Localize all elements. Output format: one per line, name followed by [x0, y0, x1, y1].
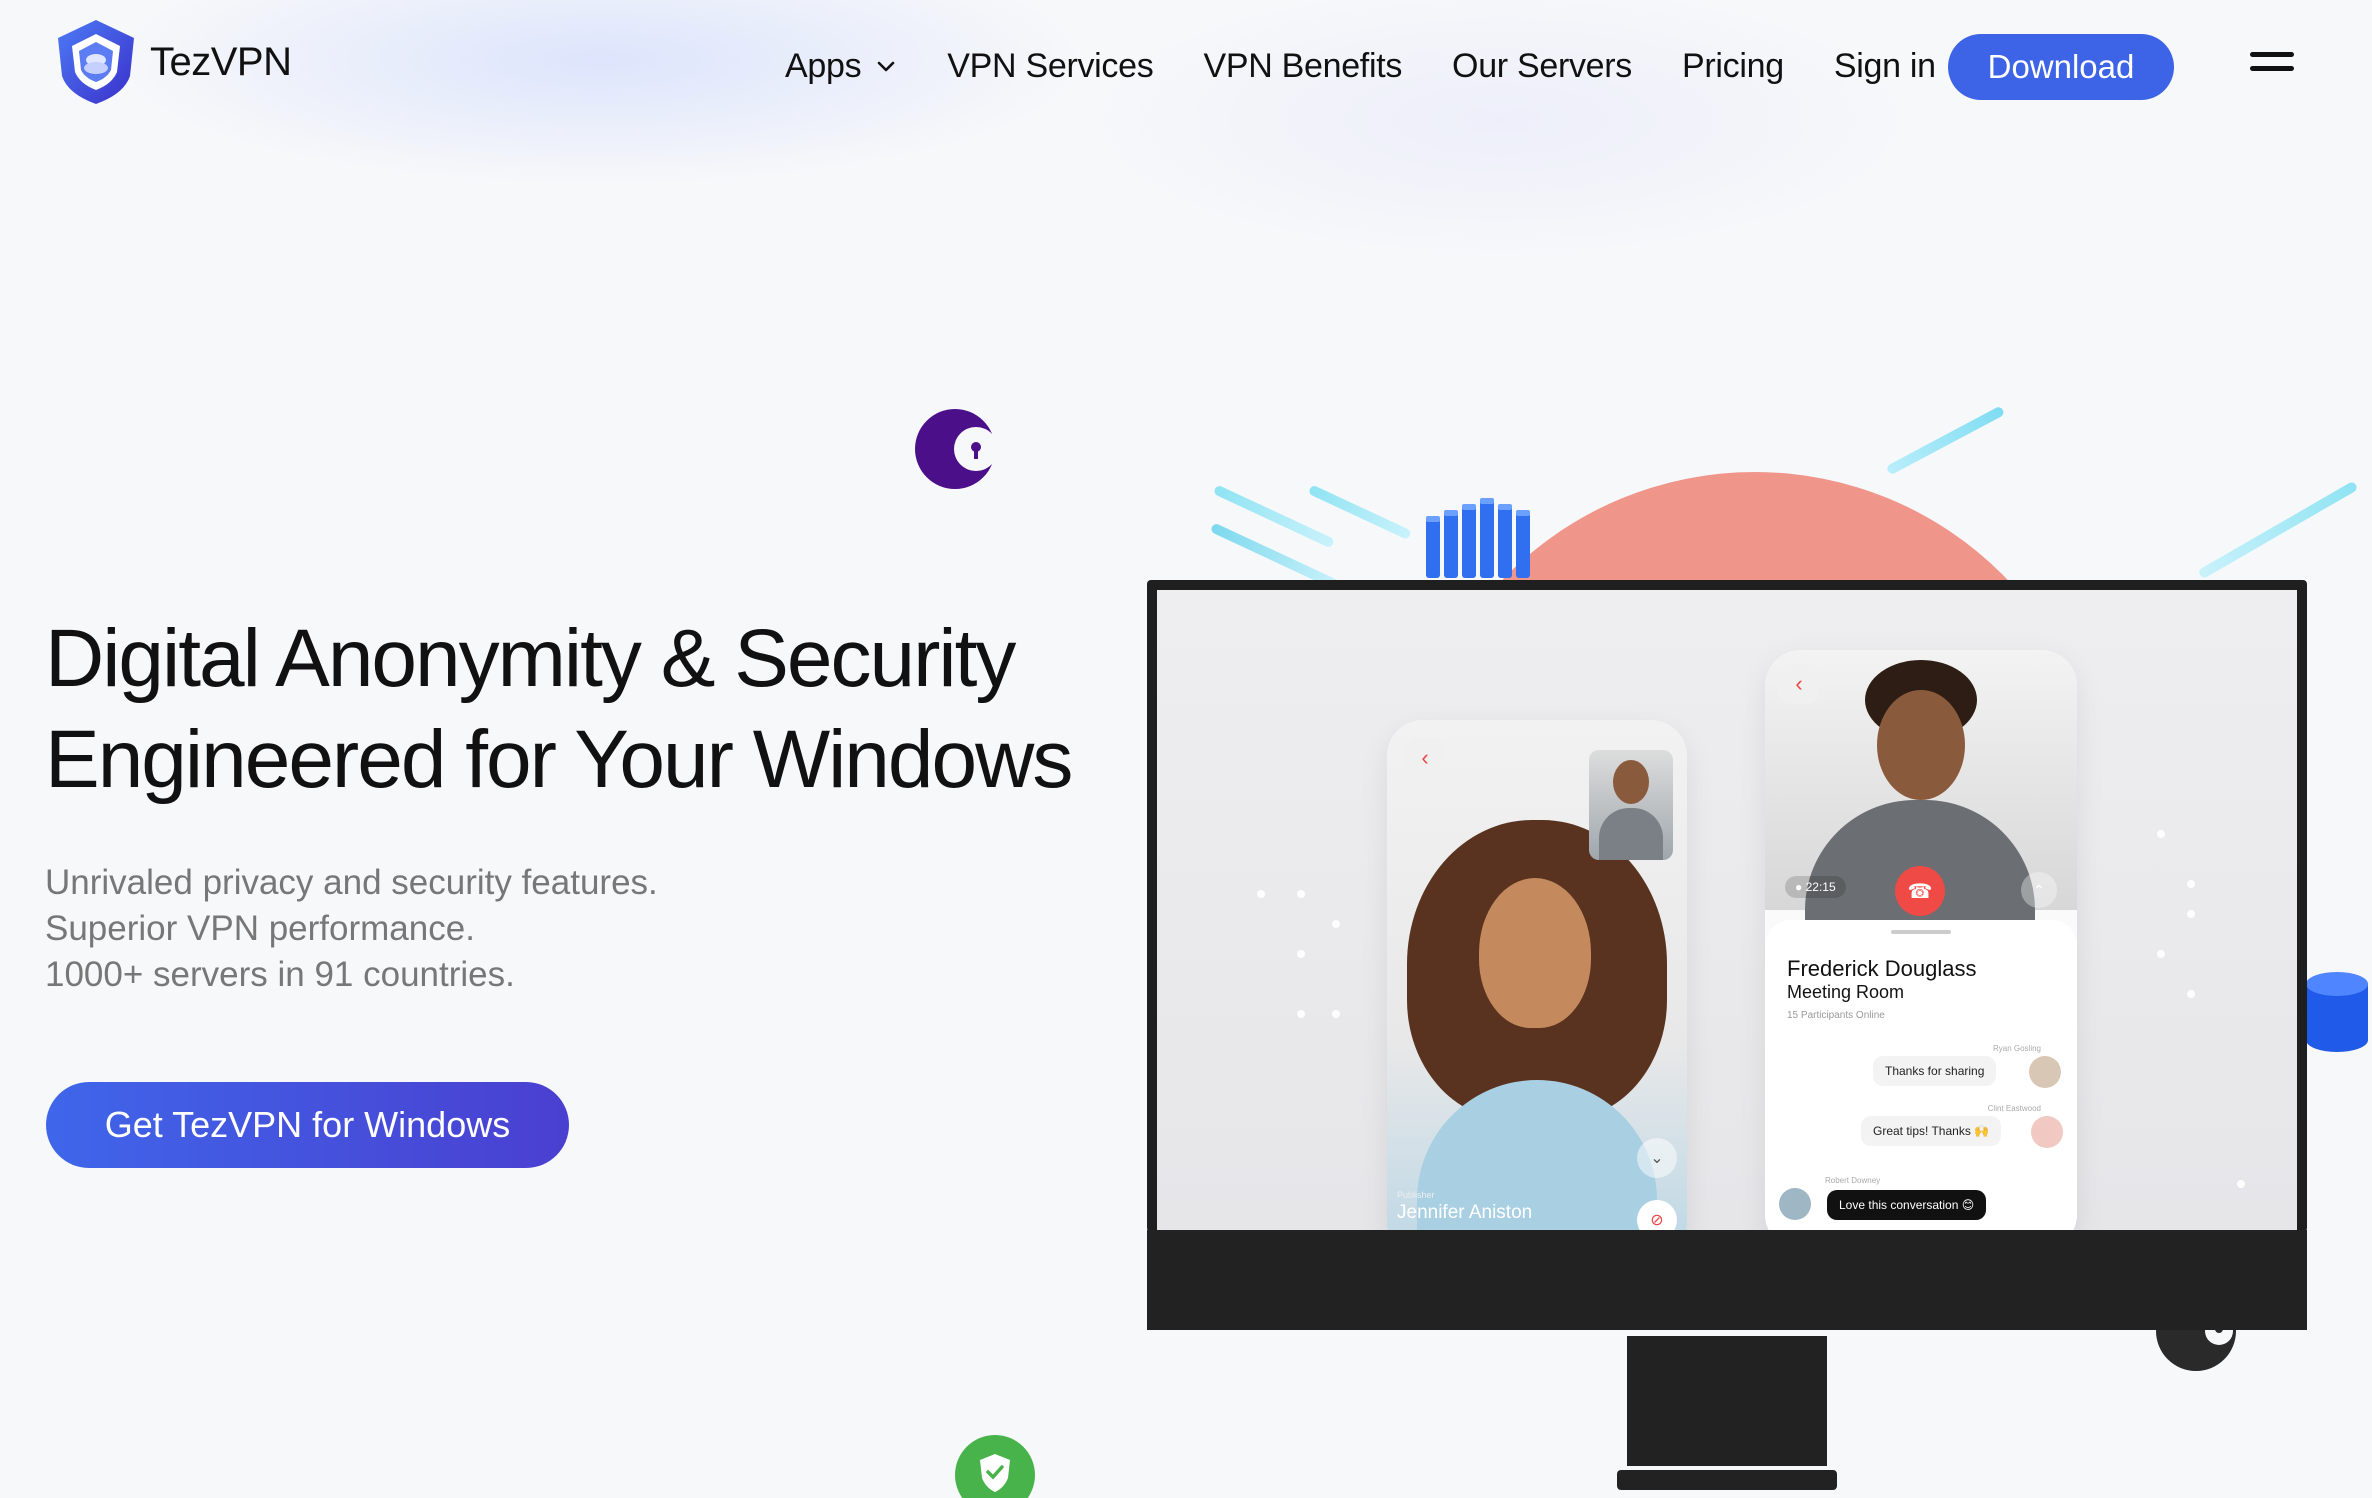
decorative-dot — [2187, 880, 2195, 888]
chevron-up-icon[interactable]: ⌃ — [2021, 872, 2057, 908]
chat-message: Great tips! Thanks 🙌 — [1861, 1116, 2002, 1146]
nav-item-sign-in[interactable]: Sign in — [1834, 47, 1936, 86]
decorative-dot — [1297, 950, 1305, 958]
decorative-stripe — [1307, 484, 1412, 541]
avatar — [2029, 1056, 2061, 1088]
moon-lock-icon — [915, 409, 996, 489]
message-author: Clint Eastwood — [1987, 1104, 2041, 1113]
hero-sub-line3: 1000+ servers in 91 countries. — [45, 955, 515, 994]
participant-thumbnail — [1589, 750, 1673, 860]
get-tezvpn-windows-button[interactable]: Get TezVPN for Windows — [46, 1082, 569, 1168]
monitor-screen: ‹ ⌄ Publisher Jennifer Aniston ⊘ ‹ ● 22:… — [1157, 590, 2297, 1230]
decorative-dot — [2157, 950, 2165, 958]
back-button[interactable]: ‹ — [1405, 738, 1445, 778]
monitor-stand — [1627, 1336, 1827, 1466]
publisher-label: Publisher — [1397, 1190, 1435, 1200]
brand-name: TezVPN — [150, 39, 292, 84]
hero-subtitle: Unrivaled privacy and security features.… — [45, 860, 658, 998]
download-button[interactable]: Download — [1948, 34, 2174, 100]
hamburger-menu-icon[interactable] — [2250, 52, 2294, 80]
nav-item-vpn-services[interactable]: VPN Services — [947, 47, 1153, 86]
hero-title: Digital Anonymity & Security Engineered … — [45, 608, 1073, 810]
decorative-dot — [1332, 1010, 1340, 1018]
hero-sub-line1: Unrivaled privacy and security features. — [45, 863, 658, 902]
decorative-stripe — [2197, 480, 2359, 580]
nav-item-our-servers[interactable]: Our Servers — [1452, 47, 1632, 86]
decorative-stripe — [1885, 405, 2006, 476]
monitor-base — [1617, 1470, 1837, 1490]
brand-logo-link[interactable]: TezVPN — [50, 16, 292, 108]
hero-sub-line2: Superior VPN performance. — [45, 909, 475, 948]
tezvpn-shield-logo-icon — [58, 20, 134, 104]
phone-meeting-room: ‹ ● 22:15 ☎ ⌃ Frederick Douglass Meeting… — [1765, 650, 2077, 1230]
meeting-sheet: Frederick Douglass Meeting Room 15 Parti… — [1765, 920, 2077, 1230]
message-author: Ryan Gosling — [1992, 1044, 2041, 1053]
decorative-dot — [1297, 890, 1305, 898]
participants-count: 15 Participants Online — [1787, 1010, 1885, 1021]
end-call-button[interactable]: ☎ — [1895, 866, 1945, 916]
main-nav: Apps VPN Services VPN Benefits Our Serve… — [785, 36, 1986, 96]
woman-face — [1479, 878, 1591, 1028]
site-header: TezVPN Apps VPN Services VPN Benefits Ou… — [0, 0, 2372, 132]
chat-message: Thanks for sharing — [1873, 1056, 1997, 1086]
decorative-dot — [2157, 830, 2165, 838]
decorative-dot — [1257, 890, 1265, 898]
nav-item-vpn-benefits[interactable]: VPN Benefits — [1203, 47, 1402, 86]
avatar — [2031, 1116, 2063, 1148]
hero-title-line2: Engineered for Your Windows — [45, 714, 1073, 805]
monitor-chin — [1147, 1230, 2307, 1330]
room-host-name: Frederick Douglass — [1787, 956, 1977, 981]
sheet-grab-handle[interactable] — [1891, 930, 1951, 934]
decorative-dot — [2187, 990, 2195, 998]
avatar — [1779, 1188, 1811, 1220]
room-name: Meeting Room — [1787, 982, 1905, 1002]
phone-video-call: ‹ ⌄ Publisher Jennifer Aniston ⊘ — [1387, 720, 1687, 1230]
nav-item-apps-label: Apps — [785, 46, 862, 85]
back-button[interactable]: ‹ — [1779, 664, 1819, 704]
decorative-dot — [2187, 910, 2195, 918]
decorative-dot — [2237, 1180, 2245, 1188]
nav-item-pricing[interactable]: Pricing — [1682, 47, 1784, 86]
chat-message: Love this conversation 😊 — [1827, 1190, 1987, 1220]
green-shield-icon — [955, 1435, 1035, 1498]
call-timer: ● 22:15 — [1785, 876, 1846, 898]
message-author: Robert Downey — [1825, 1176, 1881, 1185]
decorative-dot — [1332, 920, 1340, 928]
nav-item-apps[interactable]: Apps — [785, 47, 897, 86]
decorative-cylinder — [2306, 972, 2368, 1052]
chevron-down-icon[interactable]: ⌄ — [1637, 1138, 1677, 1178]
chevron-down-icon — [877, 61, 895, 72]
decorative-dot — [1297, 1010, 1305, 1018]
server-blocks-icon — [1426, 498, 1530, 578]
hero-title-line1: Digital Anonymity & Security — [45, 613, 1016, 704]
publisher-name: Jennifer Aniston — [1397, 1202, 1533, 1223]
